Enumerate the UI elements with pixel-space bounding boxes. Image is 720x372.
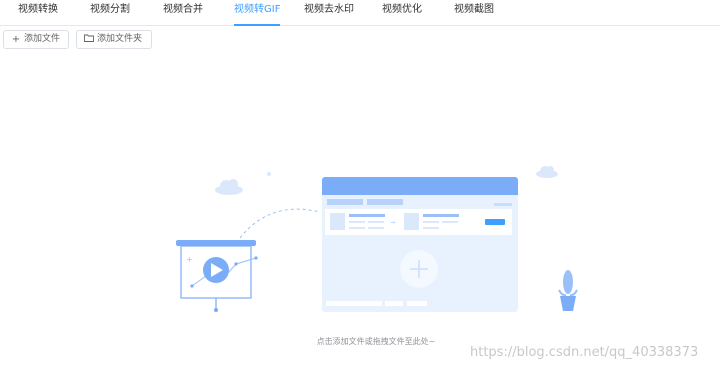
- dot-decoration: [267, 172, 271, 176]
- cloud-right-icon: [536, 166, 558, 178]
- presentation-board-icon: +: [176, 240, 258, 312]
- potted-plant-icon: [558, 270, 578, 311]
- app-window-illustration: →: [322, 177, 518, 312]
- dropzone-illustration[interactable]: + →: [0, 0, 720, 372]
- connector-dashed-line: [239, 208, 321, 239]
- cloud-left-icon: [215, 179, 243, 195]
- watermark-text: https://blog.csdn.net/qq_40338373: [470, 345, 699, 360]
- svg-text:→: →: [390, 219, 395, 226]
- svg-text:+: +: [186, 255, 193, 264]
- dropzone-hint: 点击添加文件或拖拽文件至此处~: [316, 337, 436, 346]
